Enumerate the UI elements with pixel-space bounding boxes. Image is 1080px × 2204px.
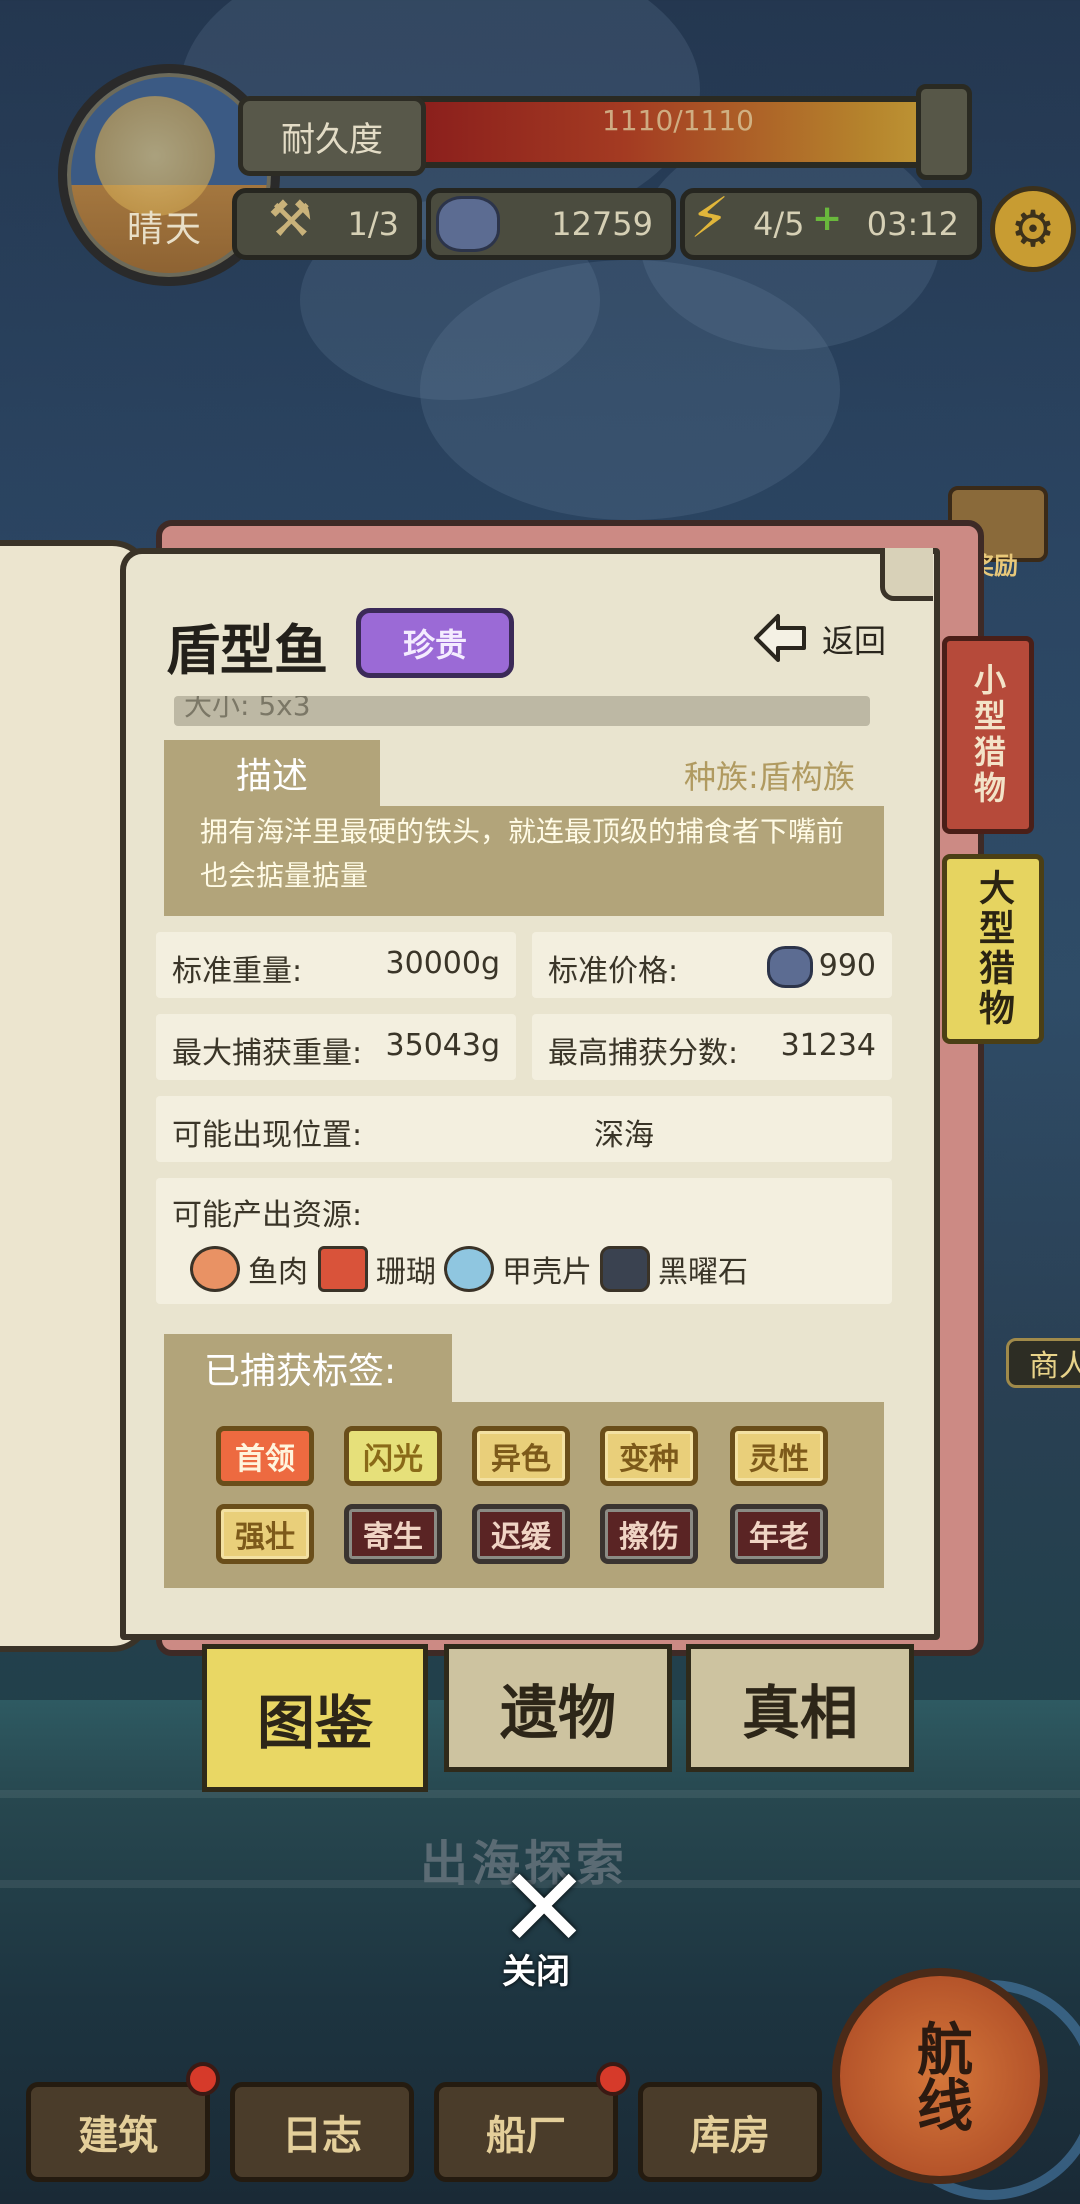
max-weight-cell: 最大捕获重量: 35043g: [156, 1014, 516, 1080]
std-price-value: 990: [818, 948, 876, 984]
resources-label: 可能产出资源:: [172, 1198, 363, 1233]
caught-tags-label: 已捕获标签:: [164, 1334, 452, 1402]
resource-item: 珊瑚: [318, 1246, 436, 1292]
creature-name: 盾型鱼: [166, 619, 328, 682]
settings-button[interactable]: ⚙: [990, 186, 1076, 272]
gear-icon: ⚙: [1010, 200, 1056, 258]
page-corner-fold: [880, 548, 933, 601]
tools-counter: 1/3: [232, 188, 422, 260]
tag-variant-color: 异色: [472, 1426, 570, 1486]
tools-count: 1/3: [347, 205, 400, 243]
tab-large-prey[interactable]: 大型猎物: [942, 854, 1044, 1044]
std-price-label: 标准价格:: [548, 954, 679, 989]
currency-icon: [436, 196, 500, 252]
max-score-value: 31234: [780, 1028, 876, 1063]
route-button[interactable]: 航线: [832, 1968, 1048, 2184]
tab-relics[interactable]: 遗物: [444, 1644, 672, 1772]
tag-sluggish: 迟缓: [472, 1504, 570, 1564]
tag-spiritual: 灵性: [730, 1426, 828, 1486]
tab-truth[interactable]: 真相: [686, 1644, 914, 1772]
energy-timer: 03:12: [866, 205, 959, 243]
nav-building[interactable]: 建筑: [26, 2082, 210, 2182]
tab-bestiary[interactable]: 图鉴: [202, 1644, 428, 1792]
hammer-icon: ⚒: [268, 190, 313, 248]
obsidian-icon: [600, 1246, 650, 1292]
max-weight-value: 35043g: [385, 1028, 500, 1063]
coral-icon: [318, 1246, 368, 1292]
resource-item: 黑曜石: [600, 1246, 748, 1292]
durability-value: 1110/1110: [602, 104, 754, 137]
std-price-cell: 标准价格: 990: [532, 932, 892, 998]
species-label: 种族:盾构族: [684, 758, 855, 796]
tag-old: 年老: [730, 1504, 828, 1564]
rarity-badge: 珍贵: [356, 608, 514, 678]
max-weight-label: 最大捕获重量:: [172, 1036, 363, 1071]
durability-label: 耐久度: [238, 96, 426, 176]
description-text: 拥有海洋里最硬的铁头，就连最顶级的捕食者下嘴前也会掂量掂量: [164, 806, 884, 916]
fish-meat-icon: [190, 1246, 240, 1292]
energy-value: 4/5: [753, 205, 805, 243]
resource-item: 甲壳片: [444, 1246, 592, 1292]
std-weight-cell: 标准重量: 30000g: [156, 932, 516, 998]
location-label: 可能出现位置:: [172, 1118, 363, 1153]
description-tab: 描述: [164, 740, 380, 806]
currency-icon: [766, 946, 813, 988]
tag-bruised: 擦伤: [600, 1504, 698, 1564]
std-weight-label: 标准重量:: [172, 954, 303, 989]
tag-mutant: 变种: [600, 1426, 698, 1486]
tag-parasite: 寄生: [344, 1504, 442, 1564]
back-button[interactable]: 返回: [822, 616, 886, 662]
max-score-label: 最高捕获分数:: [548, 1036, 739, 1071]
back-arrow-icon[interactable]: [752, 612, 808, 664]
lightning-icon: ⚡: [690, 186, 730, 251]
location-value: 深海: [594, 1118, 654, 1153]
add-energy-button[interactable]: +: [812, 198, 842, 239]
tag-strong: 强壮: [216, 1504, 314, 1564]
nav-shipyard[interactable]: 船厂: [434, 2082, 618, 2182]
notification-dot: [186, 2062, 220, 2096]
tag-leader: 首领: [216, 1426, 314, 1486]
currency-value: 12759: [551, 205, 653, 243]
std-weight-value: 30000g: [385, 946, 500, 981]
nav-log[interactable]: 日志: [230, 2082, 414, 2182]
tag-shiny: 闪光: [344, 1426, 442, 1486]
merchant-label[interactable]: 商人: [1006, 1338, 1080, 1388]
close-button[interactable]: 关闭: [502, 1944, 570, 1993]
shell-icon: [444, 1246, 494, 1292]
tab-small-prey[interactable]: 小型猎物: [942, 636, 1034, 834]
sun-icon: [95, 96, 215, 216]
max-score-cell: 最高捕获分数: 31234: [532, 1014, 892, 1080]
nav-warehouse[interactable]: 库房: [638, 2082, 822, 2182]
location-cell: 可能出现位置: 深海: [156, 1096, 892, 1162]
notification-dot: [596, 2062, 630, 2096]
resource-item: 鱼肉: [190, 1246, 308, 1292]
close-icon[interactable]: ✕: [498, 1853, 590, 1963]
